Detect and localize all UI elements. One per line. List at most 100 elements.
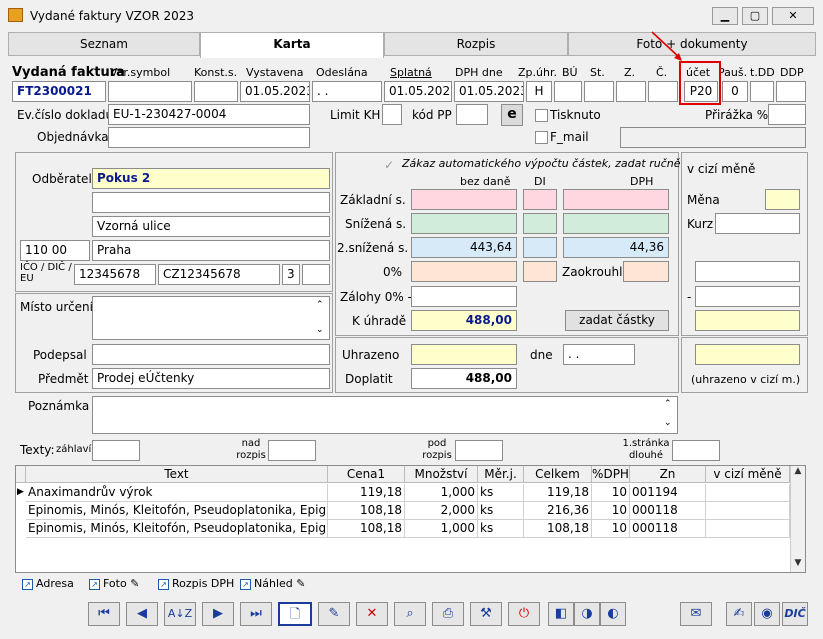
k-uhrade-field[interactable]: 488,00 <box>411 310 517 331</box>
snizena2-dph-field[interactable]: 44,36 <box>563 237 669 258</box>
row1-mj[interactable]: ks <box>478 484 524 502</box>
c-field[interactable] <box>648 81 678 102</box>
foreign-amount3-field[interactable] <box>695 310 800 331</box>
nahled-link[interactable]: ↗ Náhled ✎ <box>240 577 305 590</box>
zalohy-field[interactable] <box>411 286 517 307</box>
ico-field[interactable]: 12345678 <box>74 264 156 285</box>
pin-icon[interactable]: ✎ <box>130 577 139 590</box>
row2-mj[interactable]: ks <box>478 502 524 520</box>
zakladni-dph-field[interactable] <box>563 189 669 210</box>
edit-record-button[interactable]: ✎ <box>318 602 350 626</box>
prev-record-button[interactable]: ◀ <box>126 602 158 626</box>
customer-name-field[interactable]: Pokus 2 <box>92 168 330 189</box>
grid-scrollbar[interactable]: ▲ ▼ <box>790 466 805 572</box>
zahlavi-field[interactable] <box>92 440 140 461</box>
kurz-field[interactable] <box>715 213 800 234</box>
podepsal-field[interactable] <box>92 344 330 365</box>
maximize-button[interactable]: ▢ <box>742 7 768 25</box>
foreign-amount1-field[interactable] <box>695 261 800 282</box>
mena-field[interactable] <box>765 189 800 210</box>
varsym-field[interactable] <box>108 81 192 102</box>
row1-text[interactable]: Anaximandrův výrok <box>26 484 328 502</box>
row3-celkem[interactable]: 108,18 <box>524 520 592 538</box>
grid-header-dph[interactable]: %DPH <box>592 466 630 483</box>
vystavena-field[interactable]: 01.05.2023 <box>240 81 310 102</box>
st-field[interactable] <box>584 81 614 102</box>
action1-button[interactable]: ◧ <box>548 602 574 626</box>
nad-rozpis-field[interactable] <box>268 440 316 461</box>
row2-foreign[interactable] <box>706 502 790 520</box>
rozpis-dph-link[interactable]: ↗ Rozpis DPH <box>158 577 234 590</box>
z-field[interactable] <box>616 81 646 102</box>
prirazka-field[interactable] <box>768 104 806 125</box>
zero-base-field[interactable] <box>411 261 517 282</box>
grid-header-foreign[interactable]: v cizí měně <box>706 466 790 483</box>
action3-button[interactable]: ◐ <box>600 602 626 626</box>
row2-dph[interactable]: 10 <box>592 502 630 520</box>
grid-header-mnozstvi[interactable]: Množství <box>405 466 478 483</box>
pin-icon[interactable]: ✎ <box>296 577 305 590</box>
row1-foreign[interactable] <box>706 484 790 502</box>
zadat-castky-button[interactable]: zadat částky <box>565 310 669 331</box>
odeslana-field[interactable]: . . <box>312 81 382 102</box>
zpuhr-field[interactable]: H <box>526 81 552 102</box>
grid-header-celkem[interactable]: Celkem <box>524 466 592 483</box>
misto-scroll-down-icon[interactable]: ⌄ <box>316 325 324 335</box>
dic-field[interactable]: CZ12345678 <box>158 264 280 285</box>
minimize-button[interactable]: ▁ <box>712 7 738 25</box>
row1-celkem[interactable]: 119,18 <box>524 484 592 502</box>
row3-mnozstvi[interactable]: 1,000 <box>405 520 478 538</box>
tisknuto-checkbox[interactable] <box>535 109 548 122</box>
tab-seznam[interactable]: Seznam <box>8 32 200 56</box>
konst-field[interactable] <box>194 81 238 102</box>
next-record-button[interactable]: ▶ <box>202 602 234 626</box>
row2-mnozstvi[interactable]: 2,000 <box>405 502 478 520</box>
zakladni-base-field[interactable] <box>411 189 517 210</box>
grid-header-mj[interactable]: Měr.j. <box>478 466 524 483</box>
dne-field[interactable]: . . <box>563 344 635 365</box>
bu-field[interactable] <box>554 81 582 102</box>
eu-field[interactable]: 3 <box>282 264 300 285</box>
tdd-field[interactable] <box>750 81 774 102</box>
zakaz-check-icon[interactable]: ✓ <box>384 158 394 172</box>
action2-button[interactable]: ◑ <box>574 602 600 626</box>
verification-button[interactable]: ◉ <box>754 602 780 626</box>
row3-text[interactable]: Epinomis, Minós, Kleitofón, Pseudoplaton… <box>26 520 328 538</box>
objednavka-field[interactable] <box>108 127 310 148</box>
dic-button[interactable]: DIČ <box>782 602 808 626</box>
customer-zip-field[interactable]: 110 00 <box>20 240 90 261</box>
snizena2-di-field[interactable] <box>523 237 557 258</box>
first-record-button[interactable]: ⏮ <box>88 602 120 626</box>
row3-foreign[interactable] <box>706 520 790 538</box>
misto-scroll-up-icon[interactable]: ⌃ <box>316 300 324 310</box>
tab-rozpis[interactable]: Rozpis <box>384 32 568 56</box>
foreign-paid-field[interactable] <box>695 344 800 365</box>
row1-cena[interactable]: 119,18 <box>328 484 405 502</box>
zakladni-di-field[interactable] <box>523 189 557 210</box>
fmail-field[interactable] <box>620 127 806 148</box>
foreign-amount2-field[interactable] <box>695 286 800 307</box>
fmail-checkbox[interactable] <box>535 131 548 144</box>
print-button[interactable]: ⎙ <box>432 602 464 626</box>
predmet-field[interactable]: Prodej eÚčtenky <box>92 368 330 389</box>
uhrazeno-field[interactable] <box>411 344 517 365</box>
adresa-link[interactable]: ↗ Adresa <box>22 577 74 590</box>
row1-zn[interactable]: 001194 <box>630 484 706 502</box>
ddp-field[interactable] <box>776 81 806 102</box>
misto-field[interactable] <box>92 296 330 340</box>
evcislo-field[interactable]: EU-1-230427-0004 <box>108 104 310 125</box>
document-sign-button[interactable]: ✍ <box>726 602 752 626</box>
dphdne-field[interactable]: 01.05.2023 <box>454 81 524 102</box>
customer-street-field[interactable]: Vzorná ulice <box>92 216 330 237</box>
row2-zn[interactable]: 000118 <box>630 502 706 520</box>
close-button[interactable]: ✕ <box>772 7 814 25</box>
grid-header-text[interactable]: Text <box>26 466 328 483</box>
pausal-field[interactable]: 0 <box>722 81 748 102</box>
row3-zn[interactable]: 000118 <box>630 520 706 538</box>
tools-button[interactable]: ⚒ <box>470 602 502 626</box>
snizena-base-field[interactable] <box>411 213 517 234</box>
grid-scroll-up-icon[interactable]: ▲ <box>791 466 805 480</box>
splatna-field[interactable]: 01.05.2023 <box>384 81 452 102</box>
row3-dph[interactable]: 10 <box>592 520 630 538</box>
last-record-button[interactable]: ⏭ <box>240 602 272 626</box>
